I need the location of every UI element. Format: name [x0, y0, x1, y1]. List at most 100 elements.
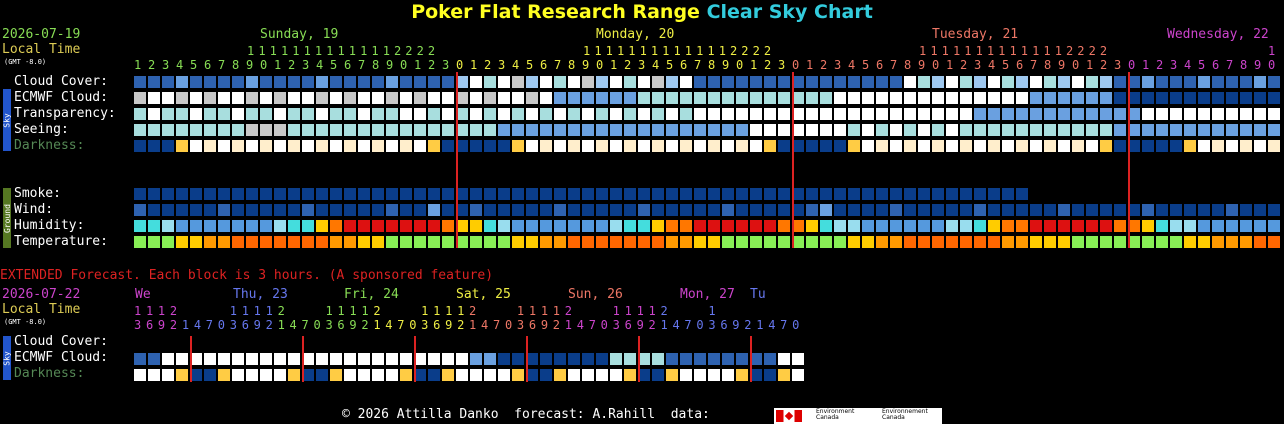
humidity-block[interactable]	[512, 220, 524, 232]
ecmwf-cloud-block[interactable]	[1198, 92, 1210, 104]
transparency-block[interactable]	[820, 108, 832, 120]
transparency-block[interactable]	[778, 108, 790, 120]
darkness-block[interactable]	[1016, 140, 1028, 152]
transparency-block[interactable]	[1170, 108, 1182, 120]
ecmwf-cloud-block[interactable]	[176, 92, 188, 104]
ext-cloud-block[interactable]	[134, 353, 146, 365]
wind-block[interactable]	[960, 204, 972, 216]
darkness-block[interactable]	[624, 140, 636, 152]
ext-cloud-block[interactable]	[232, 353, 244, 365]
seeing-block[interactable]	[1058, 124, 1070, 136]
humidity-block[interactable]	[484, 220, 496, 232]
temperature-block[interactable]	[946, 236, 958, 248]
darkness-block[interactable]	[1212, 140, 1224, 152]
seeing-block[interactable]	[932, 124, 944, 136]
humidity-block[interactable]	[1142, 220, 1154, 232]
temperature-block[interactable]	[1240, 236, 1252, 248]
transparency-block[interactable]	[526, 108, 538, 120]
darkness-block[interactable]	[638, 140, 650, 152]
ecmwf-cloud-block[interactable]	[1058, 92, 1070, 104]
darkness-block[interactable]	[1170, 140, 1182, 152]
transparency-block[interactable]	[834, 108, 846, 120]
seeing-block[interactable]	[1030, 124, 1042, 136]
transparency-block[interactable]	[330, 108, 342, 120]
darkness-block[interactable]	[946, 140, 958, 152]
transparency-block[interactable]	[960, 108, 972, 120]
temperature-block[interactable]	[1058, 236, 1070, 248]
temperature-block[interactable]	[470, 236, 482, 248]
ext-darkness-block[interactable]	[792, 369, 804, 381]
temperature-block[interactable]	[134, 236, 146, 248]
seeing-block[interactable]	[862, 124, 874, 136]
ecmwf-cloud-block[interactable]	[750, 92, 762, 104]
humidity-block[interactable]	[736, 220, 748, 232]
ecmwf-cloud-block[interactable]	[764, 92, 776, 104]
ext-cloud-block[interactable]	[512, 353, 524, 365]
transparency-block[interactable]	[736, 108, 748, 120]
seeing-block[interactable]	[1268, 124, 1280, 136]
cloud-cover-block[interactable]	[540, 76, 552, 88]
cloud-cover-block[interactable]	[302, 76, 314, 88]
temperature-block[interactable]	[960, 236, 972, 248]
transparency-block[interactable]	[666, 108, 678, 120]
wind-block[interactable]	[876, 204, 888, 216]
ext-cloud-block[interactable]	[344, 353, 356, 365]
smoke-block[interactable]	[778, 188, 790, 200]
transparency-block[interactable]	[806, 108, 818, 120]
seeing-block[interactable]	[512, 124, 524, 136]
darkness-block[interactable]	[470, 140, 482, 152]
cloud-cover-block[interactable]	[862, 76, 874, 88]
cloud-cover-block[interactable]	[638, 76, 650, 88]
temperature-block[interactable]	[974, 236, 986, 248]
wind-block[interactable]	[1030, 204, 1042, 216]
humidity-block[interactable]	[162, 220, 174, 232]
darkness-block[interactable]	[288, 140, 300, 152]
seeing-block[interactable]	[372, 124, 384, 136]
wind-block[interactable]	[610, 204, 622, 216]
wind-block[interactable]	[904, 204, 916, 216]
seeing-block[interactable]	[708, 124, 720, 136]
ext-cloud-block[interactable]	[554, 353, 566, 365]
smoke-block[interactable]	[554, 188, 566, 200]
darkness-block[interactable]	[162, 140, 174, 152]
ecmwf-cloud-block[interactable]	[694, 92, 706, 104]
darkness-block[interactable]	[148, 140, 160, 152]
cloud-cover-block[interactable]	[428, 76, 440, 88]
smoke-block[interactable]	[526, 188, 538, 200]
cloud-cover-block[interactable]	[946, 76, 958, 88]
wind-block[interactable]	[764, 204, 776, 216]
wind-block[interactable]	[470, 204, 482, 216]
transparency-block[interactable]	[862, 108, 874, 120]
ext-darkness-block[interactable]	[428, 369, 440, 381]
temperature-block[interactable]	[540, 236, 552, 248]
darkness-block[interactable]	[652, 140, 664, 152]
cloud-cover-block[interactable]	[134, 76, 146, 88]
ext-cloud-block[interactable]	[400, 353, 412, 365]
transparency-block[interactable]	[1212, 108, 1224, 120]
wind-block[interactable]	[932, 204, 944, 216]
seeing-block[interactable]	[1086, 124, 1098, 136]
humidity-block[interactable]	[764, 220, 776, 232]
wind-block[interactable]	[708, 204, 720, 216]
ext-cloud-block[interactable]	[596, 353, 608, 365]
temperature-block[interactable]	[876, 236, 888, 248]
smoke-block[interactable]	[344, 188, 356, 200]
ecmwf-cloud-block[interactable]	[540, 92, 552, 104]
wind-block[interactable]	[1240, 204, 1252, 216]
smoke-block[interactable]	[568, 188, 580, 200]
darkness-block[interactable]	[344, 140, 356, 152]
transparency-block[interactable]	[442, 108, 454, 120]
darkness-block[interactable]	[1268, 140, 1280, 152]
humidity-block[interactable]	[778, 220, 790, 232]
ecmwf-cloud-block[interactable]	[400, 92, 412, 104]
wind-block[interactable]	[918, 204, 930, 216]
cloud-cover-block[interactable]	[848, 76, 860, 88]
cloud-cover-block[interactable]	[624, 76, 636, 88]
cloud-cover-block[interactable]	[1100, 76, 1112, 88]
ext-darkness-block[interactable]	[540, 369, 552, 381]
humidity-block[interactable]	[1044, 220, 1056, 232]
humidity-block[interactable]	[246, 220, 258, 232]
ecmwf-cloud-block[interactable]	[666, 92, 678, 104]
seeing-block[interactable]	[470, 124, 482, 136]
ecmwf-cloud-block[interactable]	[316, 92, 328, 104]
